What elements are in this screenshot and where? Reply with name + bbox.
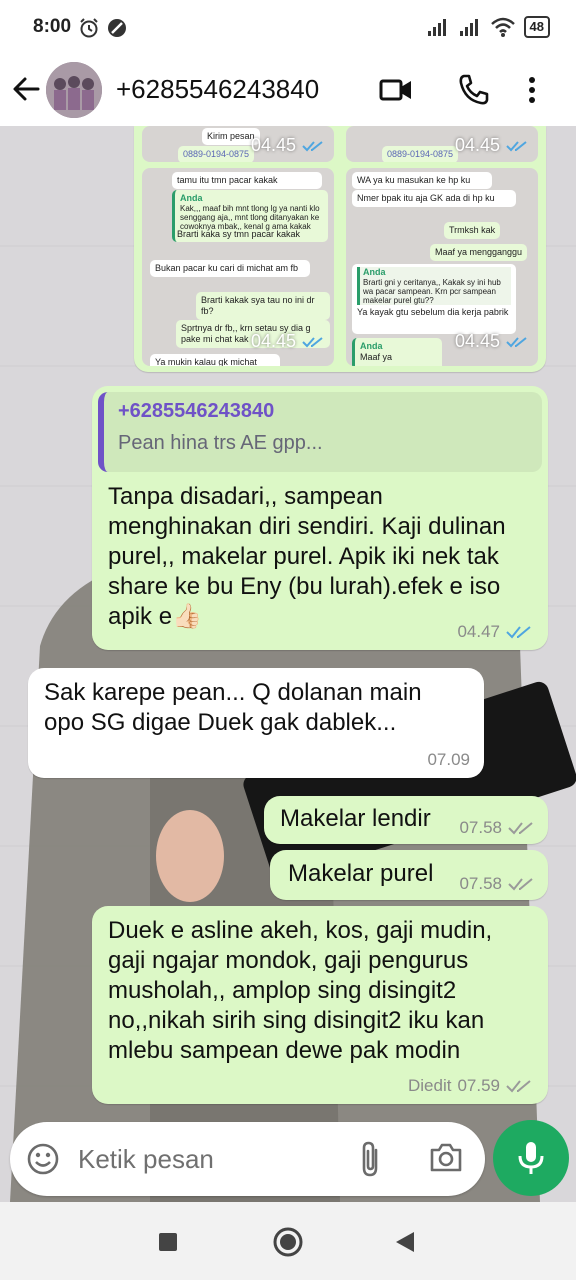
message-bubble-outgoing[interactable]: Duek e asline akeh, kos, gaji mudin, gaj…	[92, 906, 548, 1104]
more-vert-icon	[529, 77, 535, 103]
home-button[interactable]	[272, 1226, 304, 1263]
message-bubble-outgoing[interactable]: +6285546243840 Pean hina trs AE gpp... T…	[92, 386, 548, 650]
read-tick-icon	[506, 626, 531, 639]
back-button[interactable]	[10, 72, 44, 106]
triangle-back-icon	[396, 1232, 414, 1252]
message-time: 07.58	[459, 818, 502, 837]
message-text: Duek e asline akeh, kos, gaji mudin, gaj…	[108, 917, 493, 1064]
delivered-tick-icon	[506, 1080, 531, 1093]
contact-name[interactable]: +6285546243840	[116, 74, 319, 105]
quoted-message[interactable]: +6285546243840 Pean hina trs AE gpp...	[98, 392, 542, 472]
message-composer[interactable]: Ketik pesan	[10, 1122, 485, 1196]
signal-icon	[427, 19, 446, 36]
read-tick-icon	[506, 336, 527, 347]
status-bar: 8:00 48	[0, 0, 576, 56]
phone-icon	[459, 74, 489, 105]
message-input[interactable]: Ketik pesan	[78, 1144, 214, 1175]
chat-body[interactable]: Kirim pesan 0889-0194-0875 04.45 0889-01…	[0, 126, 576, 1202]
voice-call-button[interactable]	[456, 72, 492, 108]
album-image[interactable]: 0889-0194-0875 04.45	[346, 126, 538, 162]
message-bubble-incoming[interactable]: Sak karepe pean... Q dolanan main opo SG…	[28, 668, 484, 778]
recents-button[interactable]	[158, 1232, 178, 1257]
voice-record-button[interactable]	[493, 1120, 569, 1196]
emoji-icon	[27, 1143, 59, 1175]
system-nav-bar	[0, 1202, 576, 1280]
album-image[interactable]: WA ya ku masukan ke hp ku Nmer bpak itu …	[346, 168, 538, 366]
video-camera-icon	[379, 79, 411, 101]
message-time: 07.58	[459, 874, 502, 893]
chat-header: +6285546243840	[0, 56, 576, 126]
avatar-image	[46, 62, 102, 118]
video-call-button[interactable]	[378, 72, 414, 108]
microphone-icon	[518, 1142, 544, 1174]
back-arrow-icon	[13, 77, 40, 101]
album-image[interactable]: tamu itu tmn pacar kakak Anda Kak,,, maa…	[142, 168, 334, 366]
alarm-icon	[80, 18, 98, 38]
read-tick-icon	[302, 140, 323, 151]
camera-button[interactable]	[428, 1142, 464, 1179]
message-time: 04.47	[457, 622, 500, 641]
delivered-tick-icon	[508, 878, 533, 891]
emoji-button[interactable]	[26, 1142, 60, 1181]
quote-sender: +6285546243840	[118, 400, 275, 422]
signal-icon-2	[459, 19, 478, 36]
album-image[interactable]: Kirim pesan 0889-0194-0875 04.45	[142, 126, 334, 162]
attach-button[interactable]	[356, 1140, 386, 1183]
message-text: Sak karepe pean... Q dolanan main opo SG…	[44, 679, 422, 736]
edited-label: Diedit	[407, 1076, 452, 1095]
image-album-bubble[interactable]: Kirim pesan 0889-0194-0875 04.45 0889-01…	[134, 126, 546, 372]
quote-text: Pean hina trs AE gpp...	[118, 432, 323, 454]
message-text: Tanpa disadari,, sampean menghinakan dir…	[108, 483, 506, 630]
message-bubble-outgoing[interactable]: Makelar lendir 07.58	[264, 796, 548, 844]
camera-icon	[430, 1143, 462, 1172]
message-text: Makelar purel	[288, 860, 434, 887]
back-nav-button[interactable]	[394, 1230, 416, 1259]
square-icon	[159, 1233, 177, 1251]
wifi-icon	[490, 17, 515, 37]
read-tick-icon	[302, 336, 323, 347]
home-circle-icon	[273, 1227, 303, 1257]
more-options-button[interactable]	[522, 72, 542, 108]
status-time: 8:00	[33, 16, 72, 37]
battery-indicator: 48	[523, 16, 550, 38]
message-time: 07.59	[457, 1076, 500, 1095]
message-time: 07.09	[427, 750, 470, 769]
message-text: Makelar lendir	[280, 805, 431, 832]
message-bubble-outgoing[interactable]: Makelar purel 07.58	[270, 850, 548, 900]
paperclip-icon	[362, 1141, 378, 1177]
dnd-icon	[108, 19, 126, 37]
delivered-tick-icon	[508, 822, 533, 835]
avatar[interactable]	[46, 62, 102, 118]
read-tick-icon	[506, 140, 527, 151]
